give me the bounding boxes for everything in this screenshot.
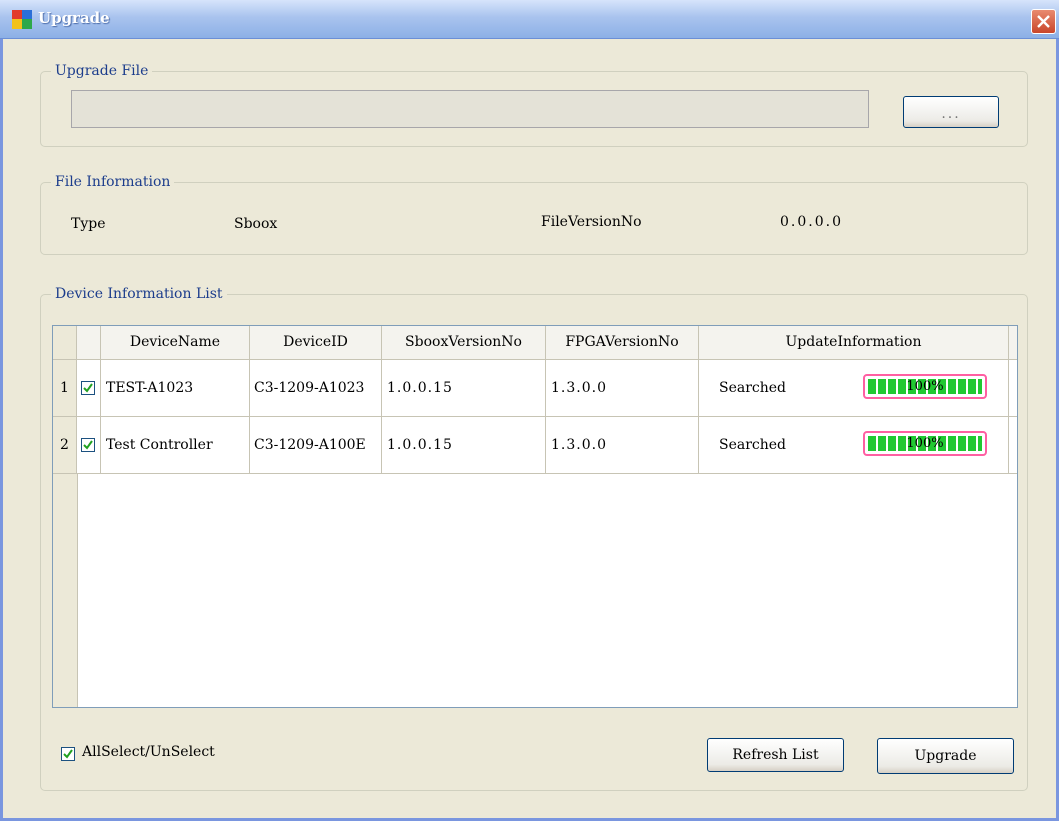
device-name-cell: TEST-A1023 bbox=[101, 360, 250, 416]
col-header-sboox-version[interactable]: SbooxVersionNo bbox=[382, 326, 546, 359]
type-value: Sboox bbox=[234, 216, 278, 232]
file-information-group: File Information bbox=[40, 174, 1028, 255]
sboox-version-cell: 1.0.0.15 bbox=[382, 417, 546, 473]
update-info-cell: Searched 100% bbox=[699, 417, 1009, 473]
check-icon bbox=[83, 383, 93, 393]
check-icon bbox=[63, 749, 73, 759]
check-header-cell bbox=[77, 326, 101, 359]
upgrade-button[interactable]: Upgrade bbox=[877, 738, 1014, 774]
device-id-cell: C3-1209-A1023 bbox=[250, 360, 382, 416]
select-all-label[interactable]: AllSelect/UnSelect bbox=[82, 744, 215, 760]
row-index: 1 bbox=[53, 360, 77, 416]
corner-header-cell bbox=[53, 326, 77, 359]
type-label: Type bbox=[71, 216, 106, 232]
device-information-legend: Device Information List bbox=[51, 286, 227, 302]
file-version-value: 0.0.0.0 bbox=[780, 214, 843, 230]
col-header-device-id[interactable]: DeviceID bbox=[250, 326, 382, 359]
device-name-cell: Test Controller bbox=[101, 417, 250, 473]
fpga-version-cell: 1.3.0.0 bbox=[546, 360, 699, 416]
browse-button[interactable]: ... bbox=[903, 96, 999, 128]
row-index: 2 bbox=[53, 417, 77, 473]
select-all-checkbox[interactable] bbox=[61, 747, 75, 761]
row-checkbox[interactable] bbox=[81, 381, 95, 395]
upgrade-file-path-field[interactable] bbox=[71, 90, 869, 128]
update-status: Searched bbox=[719, 380, 787, 396]
update-info-cell: Searched 100% bbox=[699, 360, 1009, 416]
row-check-cell bbox=[77, 360, 101, 416]
progress-text: 100% bbox=[906, 436, 944, 451]
col-header-device-name[interactable]: DeviceName bbox=[101, 326, 250, 359]
table-row[interactable]: 1 TEST-A1023 C3-1209-A1023 1.0.0.15 1.3.… bbox=[53, 360, 1017, 417]
row-checkbox[interactable] bbox=[81, 438, 95, 452]
col-header-fpga-version[interactable]: FPGAVersionNo bbox=[546, 326, 699, 359]
title-bar: Upgrade bbox=[0, 0, 1059, 39]
update-status: Searched bbox=[719, 437, 787, 453]
app-icon bbox=[12, 10, 32, 29]
upgrade-file-legend: Upgrade File bbox=[51, 63, 153, 79]
close-button[interactable] bbox=[1031, 9, 1056, 34]
device-id-cell: C3-1209-A100E bbox=[250, 417, 382, 473]
row-check-cell bbox=[77, 417, 101, 473]
window-title: Upgrade bbox=[38, 9, 110, 27]
table-header: DeviceName DeviceID SbooxVersionNo FPGAV… bbox=[53, 326, 1017, 360]
progress-bar: 100% bbox=[863, 431, 987, 456]
table-row[interactable]: 2 Test Controller C3-1209-A100E 1.0.0.15… bbox=[53, 417, 1017, 474]
progress-text: 100% bbox=[906, 379, 944, 394]
refresh-list-button[interactable]: Refresh List bbox=[707, 738, 844, 772]
close-icon bbox=[1037, 15, 1050, 28]
device-table: DeviceName DeviceID SbooxVersionNo FPGAV… bbox=[52, 325, 1018, 708]
progress-bar: 100% bbox=[863, 374, 987, 399]
fpga-version-cell: 1.3.0.0 bbox=[546, 417, 699, 473]
file-version-label: FileVersionNo bbox=[541, 214, 642, 230]
file-information-legend: File Information bbox=[51, 174, 175, 190]
sboox-version-cell: 1.0.0.15 bbox=[382, 360, 546, 416]
col-header-update-information[interactable]: UpdateInformation bbox=[699, 326, 1009, 359]
check-icon bbox=[83, 440, 93, 450]
